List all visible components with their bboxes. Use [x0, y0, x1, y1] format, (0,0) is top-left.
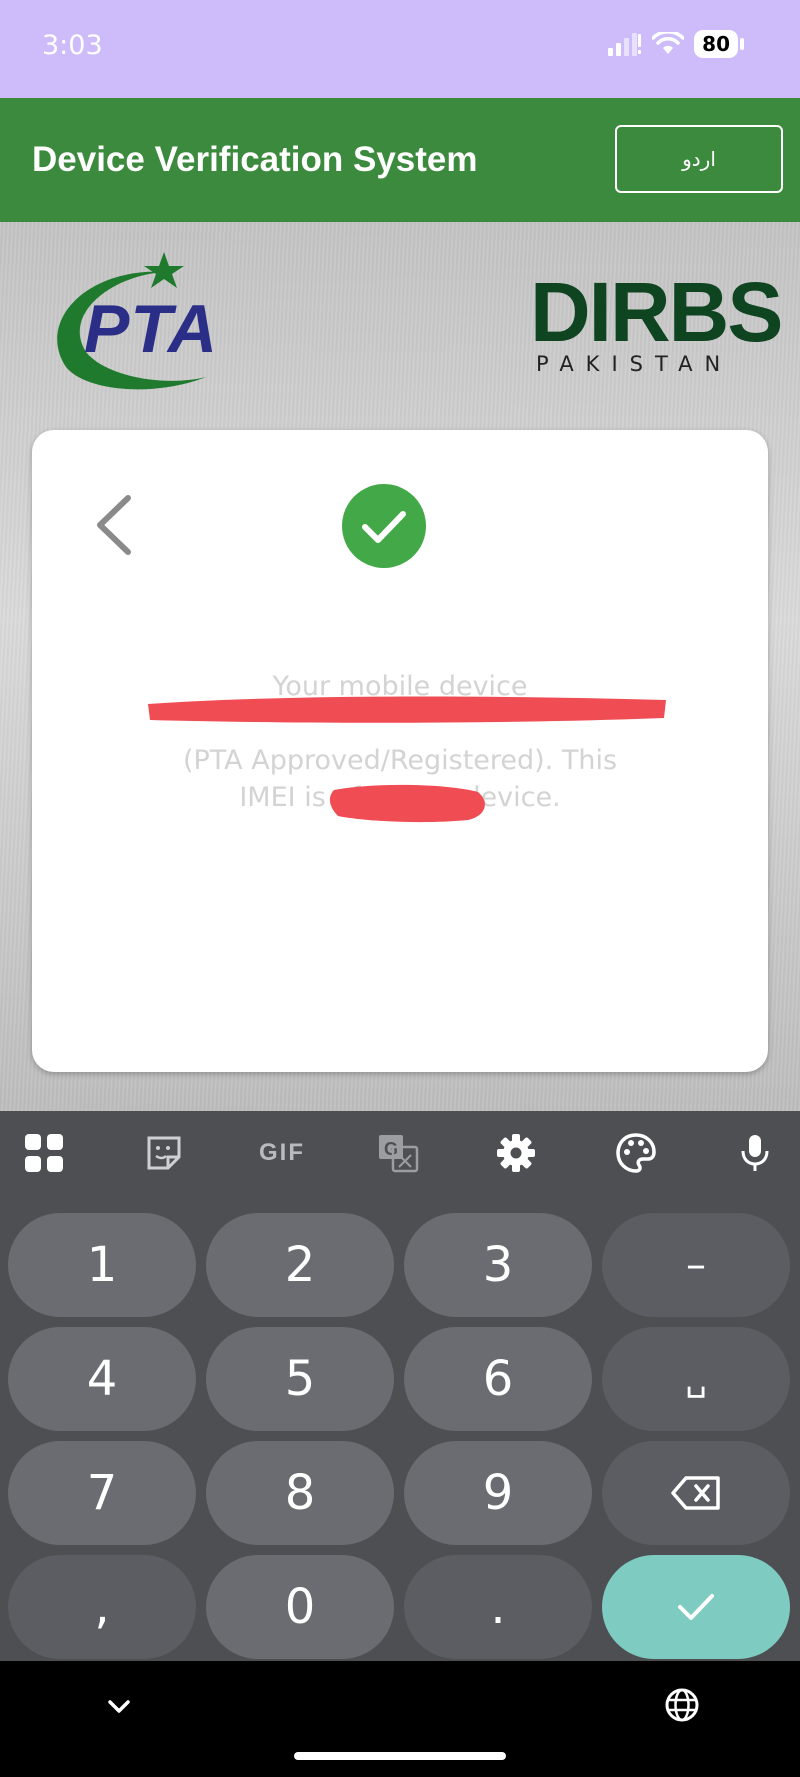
backspace-key[interactable] — [602, 1441, 790, 1545]
signal-icon — [608, 33, 642, 56]
result-card: Your mobile device (PTA Approved/Registe… — [32, 430, 768, 1072]
checkmark-icon — [678, 1594, 714, 1620]
status-icons: 80 — [608, 30, 744, 58]
gear-icon[interactable] — [494, 1131, 538, 1175]
key-3[interactable]: 3 — [404, 1213, 592, 1317]
key-period[interactable]: . — [404, 1555, 592, 1659]
key-9[interactable]: 9 — [404, 1441, 592, 1545]
key-comma[interactable]: , — [8, 1555, 196, 1659]
app-bar: Device Verification System اردو — [0, 98, 800, 222]
main-content: PTA DIRBS PAKISTAN Your mobile device (P… — [0, 222, 800, 1111]
space-key[interactable]: ␣ — [602, 1327, 790, 1431]
status-time: 3:03 — [42, 30, 103, 61]
key-dash[interactable]: – — [602, 1213, 790, 1317]
key-6[interactable]: 6 — [404, 1327, 592, 1431]
redaction-mark — [148, 696, 666, 723]
navigation-bar — [0, 1661, 800, 1777]
enter-key[interactable] — [602, 1555, 790, 1659]
battery-indicator: 80 — [694, 30, 738, 58]
pta-logo: PTA — [46, 252, 266, 392]
chevron-down-icon — [108, 1700, 130, 1713]
keyboard-toolbar: GIF G — [0, 1111, 800, 1195]
translate-icon[interactable]: G — [376, 1131, 420, 1175]
app-title: Device Verification System — [32, 140, 478, 179]
gif-label: GIF — [259, 1139, 305, 1166]
dirbs-logo: DIRBS PAKISTAN — [530, 270, 783, 376]
redaction-mark — [329, 784, 485, 823]
microphone-icon[interactable] — [733, 1131, 777, 1175]
dirbs-logo-subtext: PAKISTAN — [536, 352, 733, 376]
key-1[interactable]: 1 — [8, 1213, 196, 1317]
apps-grid-icon[interactable] — [22, 1131, 66, 1175]
status-bar: 3:03 80 — [0, 0, 800, 98]
backspace-icon — [671, 1476, 720, 1510]
palette-icon[interactable] — [614, 1131, 658, 1175]
dirbs-logo-text: DIRBS — [530, 265, 783, 359]
key-4[interactable]: 4 — [8, 1327, 196, 1431]
key-8[interactable]: 8 — [206, 1441, 394, 1545]
pta-logo-text: PTA — [84, 291, 218, 367]
back-button[interactable] — [86, 490, 146, 560]
hide-keyboard-button[interactable] — [104, 1695, 134, 1719]
globe-icon — [665, 1688, 699, 1722]
key-2[interactable]: 2 — [206, 1213, 394, 1317]
key-0[interactable]: 0 — [206, 1555, 394, 1659]
gif-button[interactable]: GIF — [252, 1131, 312, 1175]
battery-tip — [740, 38, 744, 50]
keyboard: GIF G 1 2 3 – 4 5 6 ␣ 7 8 9 , 0 . — [0, 1111, 800, 1661]
sticker-icon[interactable] — [142, 1131, 186, 1175]
home-indicator[interactable] — [294, 1752, 506, 1760]
chevron-left-icon — [97, 495, 131, 555]
key-7[interactable]: 7 — [8, 1441, 196, 1545]
result-message-line: (PTA Approved/Registered). This — [182, 745, 618, 776]
language-toggle-button[interactable]: اردو — [615, 125, 783, 193]
svg-text:G: G — [384, 1139, 398, 1159]
wifi-icon — [652, 32, 685, 54]
success-check-icon — [342, 484, 426, 568]
language-switch-button[interactable] — [664, 1687, 700, 1723]
key-5[interactable]: 5 — [206, 1327, 394, 1431]
